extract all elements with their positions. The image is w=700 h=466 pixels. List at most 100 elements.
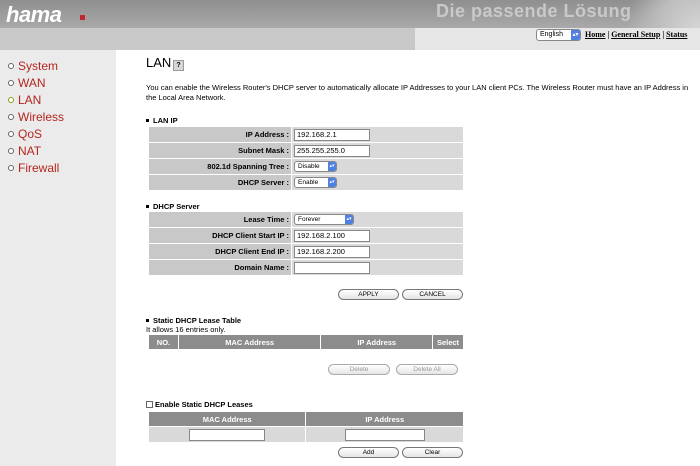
delete-all-button[interactable]: Delete All [396,364,458,375]
column-header-mac: MAC Address [147,411,307,427]
circle-icon [8,114,14,120]
chevron-updown-icon: ▴▾ [571,30,580,40]
spanning-tree-select[interactable]: Disable ▴▾ [294,161,337,172]
add-button[interactable]: Add [338,447,399,458]
lease-time-value: Forever [298,216,321,223]
start-ip-label: DHCP Client Start IP : [148,227,292,244]
spanning-tree-label: 802.1d Spanning Tree : [148,158,292,175]
general-setup-link[interactable]: General Setup [611,30,660,39]
lease-time-cell: Forever ▴▾ [291,211,464,228]
circle-icon [8,148,14,154]
enable-static-leases-checkbox[interactable] [146,401,153,408]
static-lease-table-heading: Static DHCP Lease Table [146,316,241,325]
page-description: You can enable the Wireless Router's DHC… [146,83,689,102]
subnet-mask-input[interactable]: 255.255.255.0 [294,144,370,157]
dhcp-server-row: DHCP Server : Enable ▴▾ [148,174,464,191]
sidebar-item-firewall[interactable]: Firewall [8,160,64,177]
delete-button[interactable]: Delete [328,364,390,375]
ip-address-cell: 192.168.2.1 [291,126,464,143]
static-ip-address-input[interactable] [344,428,425,441]
column-header-select: Select [432,334,464,350]
ip-address-cell [305,426,464,443]
lan-ip-table: IP Address : 192.168.2.1 Subnet Mask : 2… [148,126,464,191]
dhcp-server-table: Lease Time : Forever ▴▾ DHCP Client Start… [148,211,464,276]
dhcp-server-label: DHCP Server : [148,174,292,191]
page-title: LAN [146,55,172,70]
static-lease-table-header: NO. MAC Address IP Address Select [148,334,464,350]
static-leases-form-table: MAC Address IP Address [147,411,464,443]
cancel-button[interactable]: CANCEL [402,289,463,300]
mac-address-input[interactable] [189,428,266,441]
link-separator: | [607,30,610,39]
spanning-tree-value: Disable [298,163,320,170]
end-ip-row: DHCP Client End IP : 192.168.2.200 [148,243,464,260]
mac-address-cell [147,426,307,443]
start-ip-input[interactable]: 192.168.2.100 [294,229,370,242]
ip-address-input[interactable]: 192.168.2.1 [294,128,370,141]
bullet-icon [146,119,149,122]
end-ip-label: DHCP Client End IP : [148,243,292,260]
static-lease-table-heading-text: Static DHCP Lease Table [153,316,242,325]
chevron-updown-icon: ▴▾ [328,178,336,187]
domain-name-row: Domain Name : [148,259,464,276]
circle-icon [8,80,14,86]
circle-icon [8,165,14,171]
column-header-no: NO. [148,334,179,350]
dhcp-server-cell: Enable ▴▾ [291,174,464,191]
circle-icon [8,97,14,103]
sidebar-item-nat[interactable]: NAT [8,143,64,160]
start-ip-cell: 192.168.2.100 [291,227,464,244]
lan-ip-heading-text: LAN IP [153,116,178,125]
clear-button[interactable]: Clear [402,447,463,458]
chevron-updown-icon: ▴▾ [328,162,336,171]
sidebar: System WAN LAN Wireless QoS NAT Firewall [0,50,116,466]
sidebar-item-label: NAT [18,144,42,158]
dhcp-server-select[interactable]: Enable ▴▾ [294,177,337,188]
sidebar-item-system[interactable]: System [8,58,64,75]
start-ip-row: DHCP Client Start IP : 192.168.2.100 [148,227,464,244]
subnet-mask-label: Subnet Mask : [148,142,292,159]
circle-icon [8,63,14,69]
apply-button[interactable]: APPLY [338,289,399,300]
dhcp-server-heading-text: DHCP Server [153,202,200,211]
lease-time-label: Lease Time : [148,211,292,228]
link-separator: | [662,30,665,39]
spanning-tree-row: 802.1d Spanning Tree : Disable ▴▾ [148,158,464,175]
language-select[interactable]: English ▴▾ [536,29,581,41]
chevron-updown-icon: ▴▾ [345,215,353,224]
header-banner: hama Die passende Lösung [0,0,700,28]
dhcp-server-value: Enable [298,179,319,186]
circle-icon [8,131,14,137]
domain-name-input[interactable] [294,261,370,274]
sidebar-item-wireless[interactable]: Wireless [8,109,64,126]
column-header-ip: IP Address [320,334,434,350]
sidebar-item-qos[interactable]: QoS [8,126,64,143]
column-header-ip: IP Address [305,411,464,427]
help-icon[interactable]: ? [173,60,184,71]
lease-time-select[interactable]: Forever ▴▾ [294,214,354,225]
sidebar-item-label: System [18,59,59,73]
sidebar-item-wan[interactable]: WAN [8,75,64,92]
static-leases-form-row [147,426,464,443]
header-tagline: Die passende Lösung [436,1,632,21]
entries-note: It allows 16 entries only. [146,325,226,334]
sidebar-item-label: LAN [18,93,42,107]
sidebar-nav: System WAN LAN Wireless QoS NAT Firewall [8,58,64,177]
ip-address-row: IP Address : 192.168.2.1 [148,126,464,143]
end-ip-input[interactable]: 192.168.2.200 [294,245,370,258]
status-link[interactable]: Status [666,30,687,39]
static-lease-table: NO. MAC Address IP Address Select [148,334,464,350]
top-links: Home | General Setup | Status [585,30,687,39]
static-leases-form-header: MAC Address IP Address [147,411,464,427]
subnet-mask-row: Subnet Mask : 255.255.255.0 [148,142,464,159]
ip-address-label: IP Address : [148,126,292,143]
sidebar-item-lan[interactable]: LAN [8,92,64,109]
sidebar-item-label: WAN [18,76,46,90]
spanning-tree-cell: Disable ▴▾ [291,158,464,175]
logo-dot [80,15,85,20]
domain-name-cell [291,259,464,276]
lease-time-row: Lease Time : Forever ▴▾ [148,211,464,228]
home-link[interactable]: Home [585,30,605,39]
bullet-icon [146,319,149,322]
column-header-mac: MAC Address [177,334,322,350]
